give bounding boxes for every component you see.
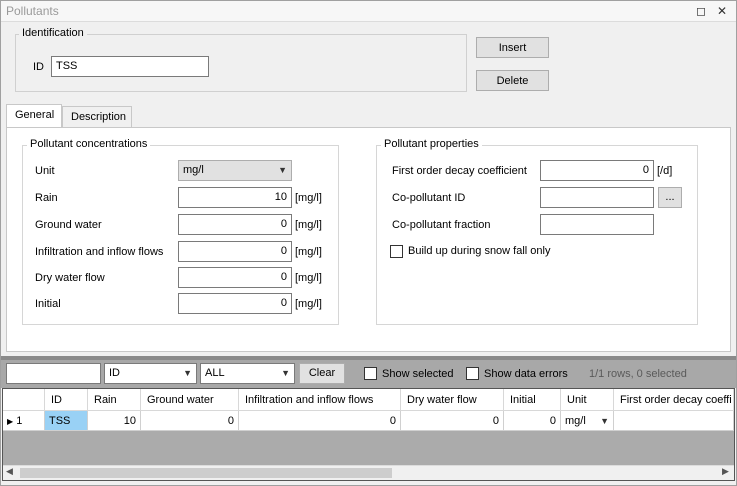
dry-water-flow-unit: [mg/l] bbox=[295, 272, 322, 284]
insert-button[interactable]: Insert bbox=[476, 37, 549, 58]
dry-water-flow-input[interactable]: 0 bbox=[178, 267, 292, 288]
chevron-down-icon: ▼ bbox=[600, 416, 609, 426]
close-icon[interactable]: ✕ bbox=[715, 4, 729, 18]
rain-input[interactable]: 10 bbox=[178, 187, 292, 208]
show-selected-label: Show selected bbox=[382, 368, 454, 380]
ground-water-input[interactable]: 0 bbox=[178, 214, 292, 235]
table-row-header[interactable]: ▶ 1 bbox=[3, 411, 45, 431]
grid-cell-unit-value: mg/l bbox=[565, 415, 586, 427]
restore-icon[interactable]: ◻ bbox=[694, 4, 708, 18]
filter-search-input[interactable] bbox=[6, 363, 101, 384]
chevron-down-icon: ▼ bbox=[278, 165, 287, 175]
tab-description[interactable]: Description bbox=[62, 106, 132, 128]
chevron-down-icon: ▼ bbox=[183, 368, 192, 378]
delete-button[interactable]: Delete bbox=[476, 70, 549, 91]
scroll-left-icon[interactable]: ◀ bbox=[6, 466, 13, 477]
copollutant-id-label: Co-pollutant ID bbox=[392, 192, 466, 204]
decay-input[interactable]: 0 bbox=[540, 160, 654, 181]
scrollbar-thumb[interactable] bbox=[20, 468, 392, 478]
filter-scope-value: ALL bbox=[205, 367, 225, 379]
grid-header-rain[interactable]: Rain bbox=[88, 389, 141, 411]
grid-cell-dry-water-flow[interactable]: 0 bbox=[401, 411, 504, 431]
show-errors-label: Show data errors bbox=[484, 368, 568, 380]
row-number: 1 bbox=[16, 415, 23, 427]
unit-label: Unit bbox=[35, 165, 55, 177]
grid-header-ground-water[interactable]: Ground water bbox=[141, 389, 239, 411]
initial-input[interactable]: 0 bbox=[178, 293, 292, 314]
id-label: ID bbox=[33, 61, 44, 73]
decay-unit: [/d] bbox=[657, 165, 673, 177]
scroll-right-icon[interactable]: ▶ bbox=[722, 466, 729, 477]
copollutant-fraction-label: Co-pollutant fraction bbox=[392, 219, 491, 231]
window-title: Pollutants bbox=[6, 4, 59, 18]
concentrations-legend: Pollutant concentrations bbox=[27, 138, 151, 150]
filter-field-value: ID bbox=[109, 367, 120, 379]
grid-header-dry-water-flow[interactable]: Dry water flow bbox=[401, 389, 504, 411]
initial-label: Initial bbox=[35, 298, 61, 310]
snow-label: Build up during snow fall only bbox=[408, 245, 551, 257]
show-selected-checkbox[interactable] bbox=[364, 367, 377, 380]
show-errors-checkbox[interactable] bbox=[466, 367, 479, 380]
tab-general[interactable]: General bbox=[6, 104, 62, 128]
grid-cell-initial[interactable]: 0 bbox=[504, 411, 561, 431]
snow-checkbox[interactable] bbox=[390, 245, 403, 258]
grid-cell-infiltration[interactable]: 0 bbox=[239, 411, 401, 431]
grid-header-unit[interactable]: Unit bbox=[561, 389, 614, 411]
copollutant-fraction-input[interactable] bbox=[540, 214, 654, 235]
chevron-down-icon: ▼ bbox=[281, 368, 290, 378]
copollutant-id-input[interactable] bbox=[540, 187, 654, 208]
title-bar bbox=[1, 1, 736, 22]
grid-cell-rain[interactable]: 10 bbox=[88, 411, 141, 431]
grid-cell-unit[interactable]: mg/l ▼ bbox=[561, 411, 614, 431]
row-pointer-icon: ▶ bbox=[7, 417, 14, 426]
initial-unit: [mg/l] bbox=[295, 298, 322, 310]
grid-cell-decay[interactable] bbox=[614, 411, 734, 431]
infiltration-label: Infiltration and inflow flows bbox=[35, 246, 164, 258]
ground-water-unit: [mg/l] bbox=[295, 219, 322, 231]
properties-legend: Pollutant properties bbox=[381, 138, 482, 150]
rain-unit: [mg/l] bbox=[295, 192, 322, 204]
rain-label: Rain bbox=[35, 192, 58, 204]
infiltration-input[interactable]: 0 bbox=[178, 241, 292, 262]
grid-header-decay[interactable]: First order decay coeffi bbox=[614, 389, 734, 411]
unit-select[interactable]: mg/l ▼ bbox=[178, 160, 292, 181]
grid-cell-ground-water[interactable]: 0 bbox=[141, 411, 239, 431]
infiltration-unit: [mg/l] bbox=[295, 246, 322, 258]
filter-field-select[interactable]: ID ▼ bbox=[104, 363, 197, 384]
ground-water-label: Ground water bbox=[35, 219, 102, 231]
filter-scope-select[interactable]: ALL ▼ bbox=[200, 363, 295, 384]
decay-label: First order decay coefficient bbox=[392, 165, 527, 177]
dry-water-flow-label: Dry water flow bbox=[35, 272, 105, 284]
clear-button[interactable]: Clear bbox=[299, 363, 345, 384]
grid-header-id[interactable]: ID bbox=[45, 389, 88, 411]
grid-header-initial[interactable]: Initial bbox=[504, 389, 561, 411]
grid-header-rownum bbox=[3, 389, 45, 411]
row-status: 1/1 rows, 0 selected bbox=[589, 368, 687, 380]
id-input[interactable]: TSS bbox=[51, 56, 209, 77]
grid-header-infiltration[interactable]: Infiltration and inflow flows bbox=[239, 389, 401, 411]
identification-legend: Identification bbox=[19, 27, 87, 39]
browse-button[interactable]: ... bbox=[658, 187, 682, 208]
unit-select-value: mg/l bbox=[183, 164, 204, 176]
grid-cell-id[interactable]: TSS bbox=[45, 411, 88, 431]
